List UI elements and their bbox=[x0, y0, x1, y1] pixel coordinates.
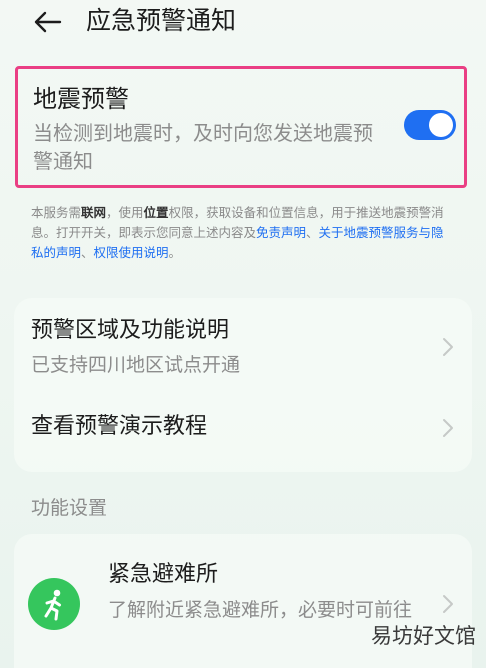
permission-usage-link[interactable]: 权限使用说明 bbox=[94, 245, 169, 260]
info-card: 预警区域及功能说明 已支持四川地区试点开通 查看预警演示教程 bbox=[14, 298, 472, 472]
notice-text: ，使用 bbox=[106, 205, 144, 220]
disclaimer-link[interactable]: 免责声明 bbox=[256, 225, 306, 240]
region-function-title: 预警区域及功能说明 bbox=[31, 318, 230, 343]
notice-network: 联网 bbox=[81, 205, 107, 220]
chevron-right-icon bbox=[443, 338, 453, 356]
chevron-right-icon bbox=[443, 595, 453, 613]
region-function-subtitle: 已支持四川地区试点开通 bbox=[31, 354, 241, 376]
chevron-right-icon bbox=[443, 419, 453, 437]
earthquake-warning-title: 地震预警 bbox=[33, 85, 129, 113]
watermark: 易坊好文馆 bbox=[371, 624, 476, 648]
header-bar: 应急预警通知 bbox=[0, 0, 486, 44]
earthquake-warning-description: 当检测到地震时，及时向您发送地震预警通知 bbox=[33, 121, 373, 173]
earthquake-warning-setting: 地震预警 当检测到地震时，及时向您发送地震预警通知 bbox=[15, 66, 467, 188]
tutorial-item[interactable]: 查看预警演示教程 bbox=[14, 394, 472, 472]
notice-text: 。 bbox=[168, 245, 182, 260]
section-label-function-settings: 功能设置 bbox=[31, 497, 108, 519]
notice-separator: 、 bbox=[81, 245, 94, 260]
running-person-icon bbox=[28, 578, 80, 630]
shelter-title: 紧急避难所 bbox=[108, 562, 219, 587]
page-title: 应急预警通知 bbox=[86, 6, 237, 35]
service-notice: 本服务需联网，使用位置权限，获取设备和位置信息，用于推送地震预警消息。打开开关，… bbox=[31, 203, 456, 263]
notice-text: 本服务需 bbox=[31, 205, 82, 220]
region-function-item[interactable]: 预警区域及功能说明 已支持四川地区试点开通 bbox=[14, 298, 472, 394]
toggle-knob bbox=[429, 113, 453, 137]
notice-location: 位置 bbox=[143, 205, 169, 220]
notice-separator: 、 bbox=[306, 225, 319, 240]
earthquake-warning-toggle[interactable] bbox=[404, 110, 456, 140]
tutorial-title: 查看预警演示教程 bbox=[31, 414, 208, 439]
back-arrow-icon[interactable] bbox=[28, 2, 68, 42]
